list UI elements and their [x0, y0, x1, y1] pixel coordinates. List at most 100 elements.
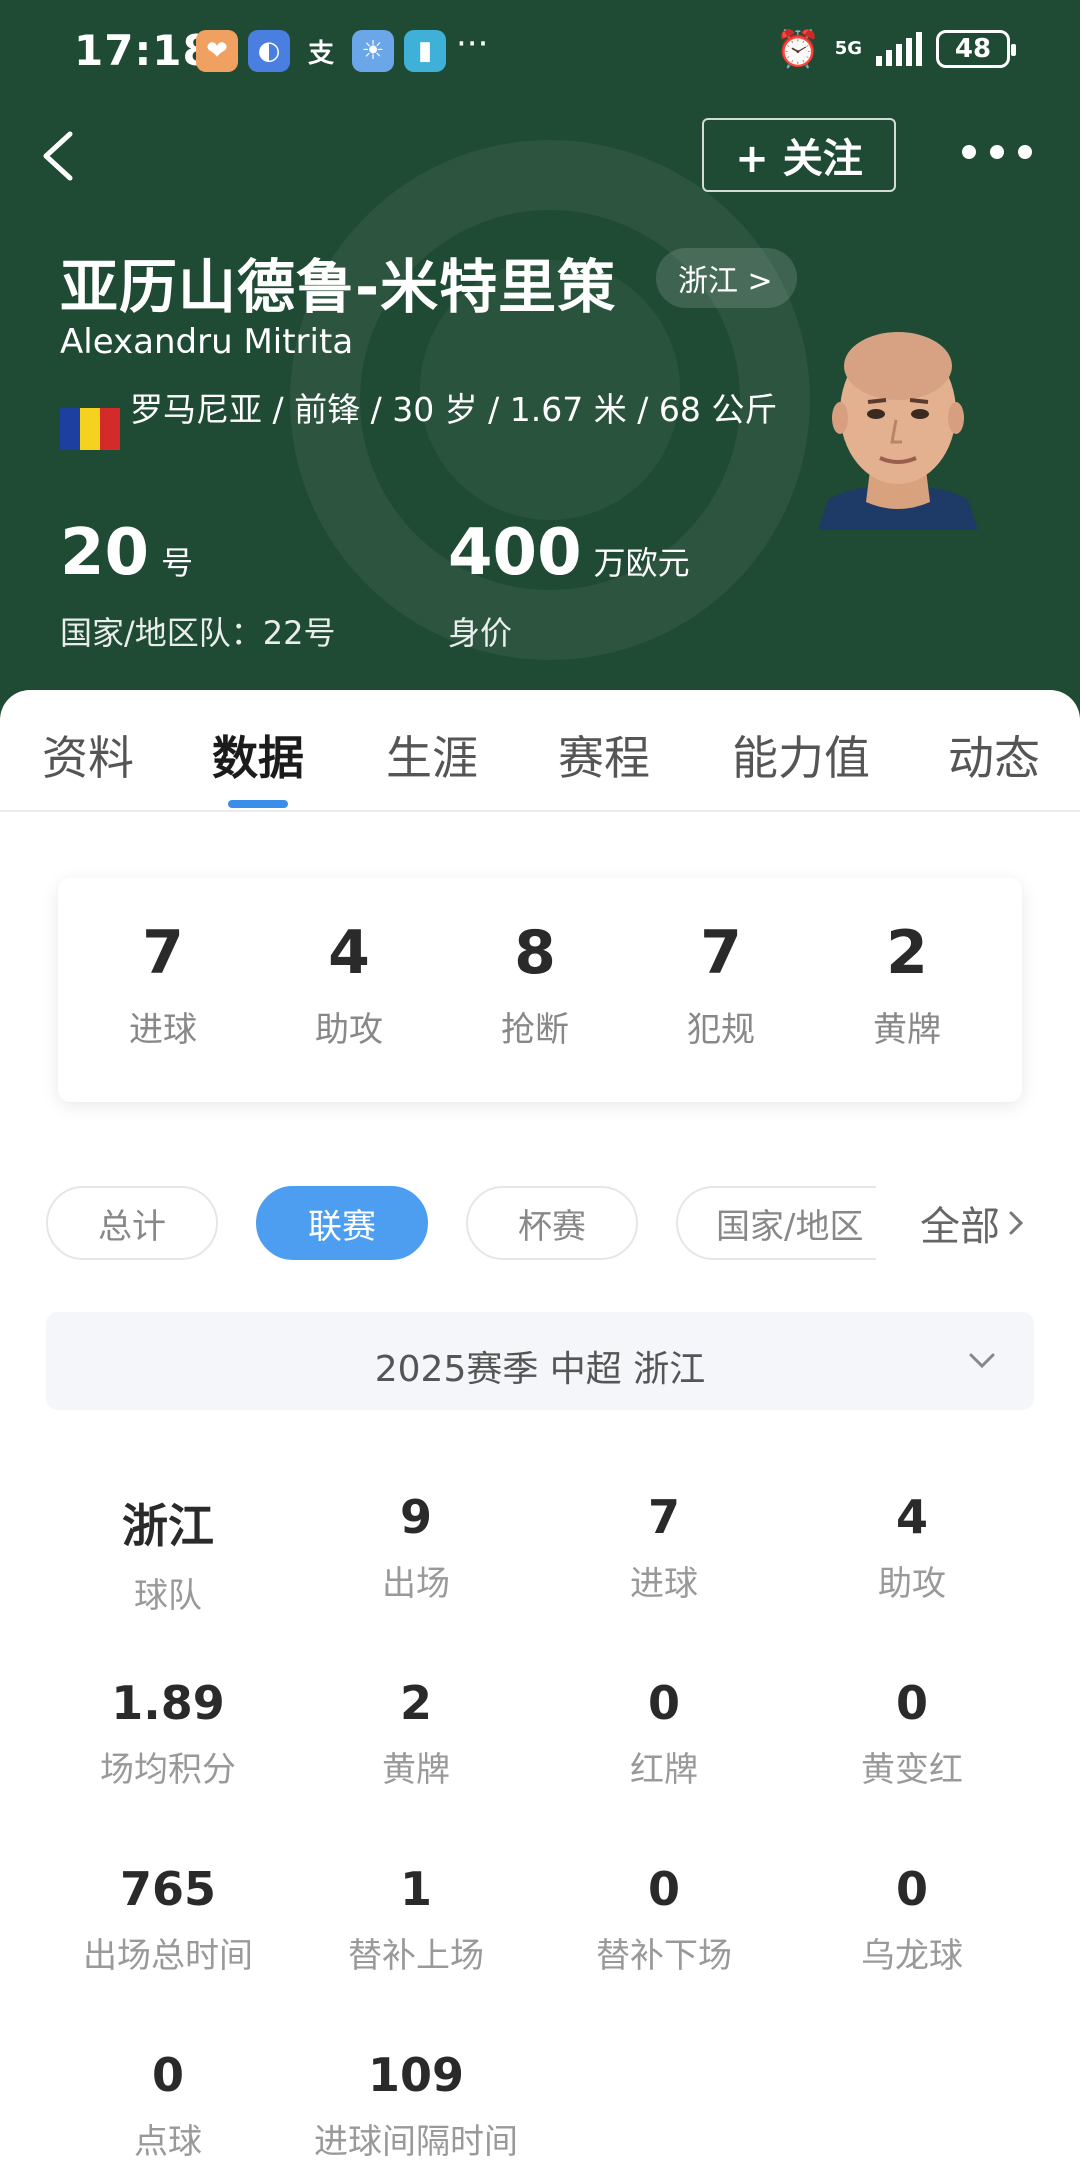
- stat-value: 4: [895, 1490, 928, 1544]
- stat-yellow-cards: 2 黄牌: [296, 1676, 536, 1791]
- tab-bar: 资料 数据 生涯 赛程 能力值 动态: [0, 690, 1080, 812]
- stat-value: 9: [399, 1490, 432, 1544]
- book-app-icon: ▮: [404, 30, 446, 72]
- summary-value: 8: [514, 918, 556, 988]
- season-selector[interactable]: 2025赛季 中超 浙江: [46, 1312, 1034, 1410]
- network-type: 5G: [834, 38, 862, 59]
- stat-value: 765: [119, 1862, 217, 1916]
- market-value-unit: 万欧元: [593, 544, 690, 582]
- alipay-app-icon: 支: [307, 38, 334, 69]
- follow-button[interactable]: + 关注: [702, 118, 896, 192]
- stat-value: 1: [399, 1862, 432, 1916]
- stat-own-goals: 0 乌龙球: [792, 1862, 1032, 1977]
- stat-label: 乌龙球: [861, 1936, 963, 1976]
- player-header: 17:18 ❤ ◐ 支 ☀ ▮ ··· ⏰ 5G 48 + 关注 亚历山德鲁-米…: [0, 0, 1080, 720]
- player-name-en: Alexandru Mitrita: [60, 322, 354, 362]
- tab-news[interactable]: 动态: [948, 722, 1040, 788]
- romania-flag-icon: [60, 408, 120, 450]
- summary-label: 抢断: [501, 1010, 569, 1050]
- stat-points-per-game: 1.89 场均积分: [48, 1676, 288, 1791]
- stat-value: 0: [647, 1862, 680, 1916]
- stat-value: 7: [647, 1490, 680, 1544]
- back-button[interactable]: [32, 126, 92, 186]
- summary-label: 犯规: [687, 1010, 755, 1050]
- stat-red-cards: 0 红牌: [544, 1676, 784, 1791]
- stat-goals: 7 进球: [544, 1490, 784, 1605]
- market-value: 400: [448, 516, 582, 590]
- notification-icons: ❤ ◐ 支 ☀ ▮: [196, 30, 446, 72]
- summary-label: 助攻: [315, 1010, 383, 1050]
- system-status: ⏰ 5G 48: [775, 28, 1016, 70]
- stat-value: 1.89: [111, 1676, 225, 1730]
- summary-goals: 7 进球: [73, 918, 253, 1051]
- filter-cup[interactable]: 杯赛: [466, 1186, 638, 1260]
- tab-data[interactable]: 数据: [212, 722, 304, 788]
- summary-label: 进球: [129, 1010, 197, 1050]
- browser-app-icon: ◐: [248, 30, 290, 72]
- stat-goal-interval: 109 进球间隔时间: [296, 2048, 536, 2160]
- chevron-down-icon: [969, 1353, 995, 1369]
- stat-value: 2: [399, 1676, 432, 1730]
- summary-yellow-cards: 2 黄牌: [817, 918, 997, 1051]
- stat-label: 场均积分: [100, 1750, 236, 1790]
- status-time: 17:18: [74, 26, 213, 75]
- alarm-icon: ⏰: [775, 29, 821, 70]
- battery-level: 48: [954, 34, 992, 64]
- stat-label: 黄变红: [861, 1750, 963, 1790]
- active-tab-indicator: [228, 800, 288, 808]
- filter-league[interactable]: 联赛: [256, 1186, 428, 1260]
- stat-value: 0: [895, 1676, 928, 1730]
- stat-assists: 4 助攻: [792, 1490, 1032, 1605]
- content-sheet: 资料 数据 生涯 赛程 能力值 动态 7 进球 4 助攻 8 抢断 7 犯规 2…: [0, 690, 1080, 2160]
- stat-label: 进球: [630, 1564, 698, 1604]
- stat-label: 红牌: [630, 1750, 698, 1790]
- more-options-button[interactable]: [962, 132, 1032, 172]
- stat-sub-off: 0 替补下场: [544, 1862, 784, 1977]
- battery-icon: 48: [936, 30, 1016, 68]
- market-value-block: 400 万欧元: [448, 516, 690, 590]
- stat-value: 0: [647, 1676, 680, 1730]
- shirt-number-unit: 号: [161, 544, 194, 582]
- summary-assists: 4 助攻: [259, 918, 439, 1051]
- tab-profile[interactable]: 资料: [42, 722, 134, 788]
- shirt-number: 20: [60, 516, 150, 590]
- summary-value: 7: [700, 918, 742, 988]
- weather-app-icon: ☀: [352, 30, 394, 72]
- summary-value: 7: [142, 918, 184, 988]
- shirt-number-block: 20 号: [60, 516, 193, 590]
- dot: [1018, 145, 1032, 159]
- tab-schedule[interactable]: 赛程: [558, 722, 650, 788]
- stat-sub-on: 1 替补上场: [296, 1862, 536, 1977]
- filter-national[interactable]: 国家/地区: [676, 1186, 876, 1260]
- summary-tackles: 8 抢断: [445, 918, 625, 1051]
- heart-app-icon: ❤: [196, 30, 238, 72]
- dot: [990, 145, 1004, 159]
- chevron-right-icon: [1009, 1211, 1024, 1235]
- dot: [962, 145, 976, 159]
- stat-total-minutes: 765 出场总时间: [48, 1862, 288, 1977]
- tab-ability[interactable]: 能力值: [732, 722, 870, 788]
- team-link[interactable]: 浙江 >: [656, 248, 797, 308]
- market-value-label: 身价: [448, 614, 513, 652]
- stat-value: 浙江: [122, 1499, 214, 1553]
- player-avatar-image: [818, 332, 978, 530]
- season-selector-label: 2025赛季 中超 浙江: [374, 1349, 706, 1390]
- stat-label: 助攻: [878, 1564, 946, 1604]
- player-photo[interactable]: [808, 320, 988, 530]
- stat-label: 进球间隔时间: [314, 2122, 518, 2160]
- filter-all-button[interactable]: 全部: [920, 1194, 1026, 1252]
- national-team-number: 国家/地区队：22号: [60, 614, 336, 652]
- filter-total[interactable]: 总计: [46, 1186, 218, 1260]
- summary-label: 黄牌: [873, 1010, 941, 1050]
- player-info-line: 罗马尼亚 / 前锋 / 30 岁 / 1.67 米 / 68 公斤: [130, 390, 778, 429]
- stat-label: 出场总时间: [83, 1936, 253, 1976]
- stat-appearances: 9 出场: [296, 1490, 536, 1605]
- summary-fouls: 7 犯规: [631, 918, 811, 1051]
- player-name-cn: 亚历山德鲁-米特里策: [60, 253, 617, 321]
- status-bar: 17:18 ❤ ◐ 支 ☀ ▮ ··· ⏰ 5G 48: [0, 20, 1080, 86]
- season-summary-card: 7 进球 4 助攻 8 抢断 7 犯规 2 黄牌: [58, 878, 1022, 1102]
- stat-team: 浙江 球队: [48, 1490, 288, 1617]
- summary-value: 4: [328, 918, 370, 988]
- stat-value: 0: [151, 2048, 184, 2102]
- tab-career[interactable]: 生涯: [386, 722, 478, 788]
